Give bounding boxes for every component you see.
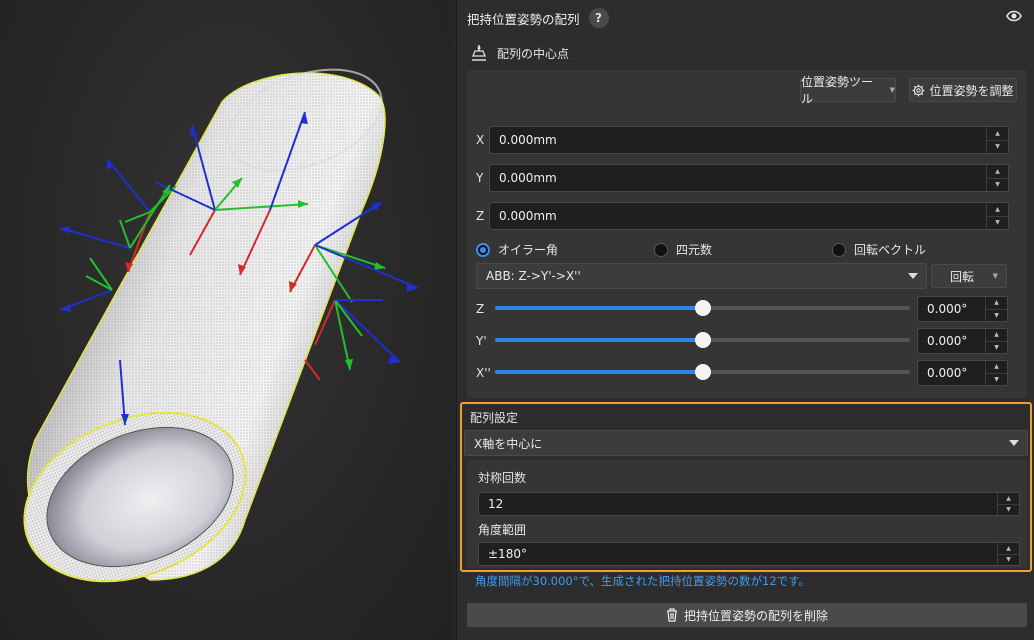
y-value: 0.000mm (499, 171, 557, 185)
range-stepper[interactable]: ▲ ▼ (997, 543, 1019, 565)
section-title: 配列の中心点 (497, 46, 570, 61)
range-label: 角度範囲 (478, 523, 527, 537)
angle-z-label: Z (476, 302, 485, 316)
chevron-down-icon: ▼ (889, 86, 895, 94)
angle-x-slider[interactable] (495, 364, 910, 380)
x-stepper[interactable]: ▲ ▼ (986, 127, 1008, 153)
arrangement-title: 配列設定 (470, 411, 519, 425)
slider-knob[interactable] (694, 364, 711, 380)
radio-indicator (832, 242, 846, 257)
symmetry-value: 12 (488, 497, 504, 511)
delete-array-label: 把持位置姿勢の配列を削除 (683, 608, 828, 623)
z-stepper[interactable]: ▲ ▼ (986, 203, 1008, 229)
range-field[interactable]: ±180° ▲ ▼ (478, 542, 1020, 566)
radio-quaternion[interactable]: 四元数 (654, 241, 712, 258)
y-field[interactable]: 0.000mm ▲ ▼ (489, 164, 1009, 192)
angle-y-field[interactable]: 0.000° ▲ ▼ (917, 328, 1008, 354)
y-label: Y (476, 171, 484, 185)
symmetry-label: 対称回数 (478, 471, 527, 485)
chevron-down-icon: ▼ (992, 272, 998, 280)
section-header: 配列の中心点 (471, 42, 569, 64)
panel-title: 把持位置姿勢の配列 (467, 11, 580, 27)
chevron-down-icon (1009, 440, 1019, 446)
x-field[interactable]: 0.000mm ▲ ▼ (489, 126, 1009, 154)
angle-y-stepper[interactable]: ▲ ▼ (985, 329, 1007, 353)
3d-viewport[interactable] (0, 0, 452, 640)
symmetry-field[interactable]: 12 ▲ ▼ (478, 492, 1020, 516)
adjust-pose-button[interactable]: 位置姿勢を調整 (909, 78, 1017, 102)
slider-knob[interactable] (694, 300, 711, 316)
rotate-dropdown[interactable]: 回転 ▼ (931, 264, 1007, 288)
range-value: ±180° (488, 547, 527, 561)
pose-tool-label: 位置姿勢ツール (801, 75, 874, 106)
angle-y-slider[interactable] (495, 332, 910, 348)
slider-fill (495, 338, 703, 342)
adjust-pose-label: 位置姿勢を調整 (929, 83, 1014, 98)
eye-icon[interactable] (1006, 10, 1022, 26)
radio-rotation-vector[interactable]: 回転ベクトル (832, 241, 926, 258)
angle-x-label: X'' (476, 366, 491, 380)
slider-fill (495, 306, 703, 310)
chevron-down-icon (908, 273, 918, 279)
pose-tool-dropdown[interactable]: 位置姿勢ツール ▼ (800, 75, 896, 106)
x-label: X (476, 133, 485, 147)
z-field[interactable]: 0.000mm ▲ ▼ (489, 202, 1009, 230)
x-value: 0.000mm (499, 133, 557, 147)
angle-y-value: 0.000° (927, 334, 968, 348)
help-icon[interactable]: ? (588, 8, 609, 28)
gear-icon (912, 83, 926, 97)
pose-center-icon (472, 45, 486, 61)
arrangement-mode-value: X軸を中心に (474, 436, 543, 451)
radio-indicator (476, 242, 490, 257)
angle-x-value: 0.000° (927, 366, 968, 380)
arrangement-mode-dropdown[interactable]: X軸を中心に (464, 430, 1028, 456)
center-point-box: 位置姿勢ツール ▼ 位置姿勢を調整 X 0.000mm ▲ ▼ Y 0.000mm… (467, 70, 1027, 398)
y-stepper[interactable]: ▲ ▼ (986, 165, 1008, 191)
radio-label: 四元数 (676, 243, 713, 257)
slider-fill (495, 370, 703, 374)
info-text: 角度間隔が30.000°で、生成された把持位置姿勢の数が12です。 (475, 574, 811, 588)
radio-euler[interactable]: オイラー角 (476, 241, 558, 258)
angle-z-value: 0.000° (927, 302, 968, 316)
angle-x-field[interactable]: 0.000° ▲ ▼ (917, 360, 1008, 386)
properties-panel: 把持位置姿勢の配列 ? 配列の中心点 位置姿勢ツール ▼ 位置姿勢を調整 X 0… (456, 0, 1034, 640)
angle-z-stepper[interactable]: ▲ ▼ (985, 297, 1007, 321)
point-cloud-view (23, 68, 419, 583)
delete-array-button[interactable]: 把持位置姿勢の配列を削除 (467, 603, 1027, 627)
angle-z-field[interactable]: 0.000° ▲ ▼ (917, 296, 1008, 322)
rotate-label: 回転 (950, 269, 975, 284)
arrangement-params: 対称回数 12 ▲ ▼ 角度範囲 ±180° ▲ ▼ (467, 460, 1027, 568)
slider-knob[interactable] (694, 332, 711, 348)
angle-x-stepper[interactable]: ▲ ▼ (985, 361, 1007, 385)
z-label: Z (476, 209, 485, 223)
trash-icon (666, 608, 677, 622)
angle-y-label: Y' (476, 334, 487, 348)
radio-label: オイラー角 (498, 243, 559, 257)
radio-label: 回転ベクトル (854, 243, 927, 257)
euler-convention-value: ABB: Z->Y'->X'' (486, 269, 581, 283)
z-value: 0.000mm (499, 209, 557, 223)
angle-z-slider[interactable] (495, 300, 910, 316)
panel-header: 把持位置姿勢の配列 ? (467, 8, 609, 28)
euler-convention-dropdown[interactable]: ABB: Z->Y'->X'' (476, 263, 927, 289)
tube-point-cloud (23, 68, 386, 583)
symmetry-stepper[interactable]: ▲ ▼ (997, 493, 1019, 515)
arrangement-settings: 配列設定 X軸を中心に 対称回数 12 ▲ ▼ 角度範囲 ±180° ▲ ▼ (460, 402, 1032, 572)
radio-indicator (654, 242, 668, 257)
